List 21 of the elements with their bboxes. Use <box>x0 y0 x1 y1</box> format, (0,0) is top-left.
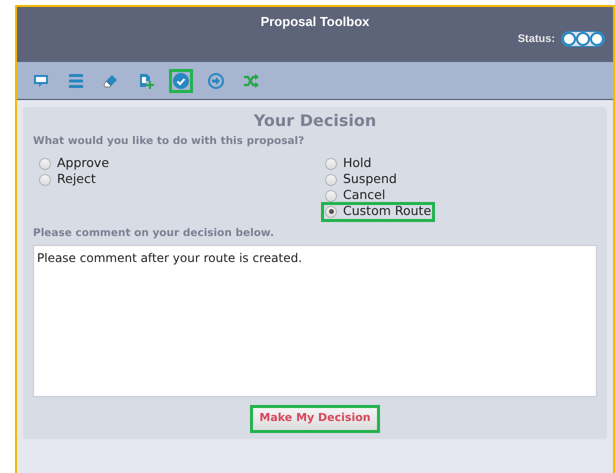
radio-option[interactable]: Reject <box>37 172 98 188</box>
add-document-icon <box>138 72 154 88</box>
comment-field[interactable]: Please comment after your route is created. <box>33 244 597 396</box>
comment-label: Please comment on your decision below. <box>33 226 275 241</box>
eraser-icon <box>103 72 119 88</box>
shuffle-icon <box>243 72 259 88</box>
list-icon <box>69 72 83 88</box>
window-title: Proposal Toolbox <box>260 13 370 31</box>
radio-option[interactable]: Cancel <box>323 188 388 204</box>
status-indicator-icon <box>561 31 605 48</box>
toolbar-button[interactable] <box>169 68 193 92</box>
radio-option[interactable]: Suspend <box>323 172 399 188</box>
radio-option[interactable]: Custom Route <box>323 204 434 220</box>
status-label: Status: <box>518 32 555 47</box>
check-circle-icon <box>173 72 189 88</box>
panel-title: Your Decision <box>252 110 378 132</box>
radio-option[interactable]: Approve <box>37 156 112 172</box>
speech-bubble-icon <box>33 72 49 88</box>
question-text: What would you like to do with this proposal? <box>33 134 306 149</box>
radio-option[interactable]: Hold <box>323 156 374 172</box>
arrow-circle-icon <box>208 72 224 88</box>
